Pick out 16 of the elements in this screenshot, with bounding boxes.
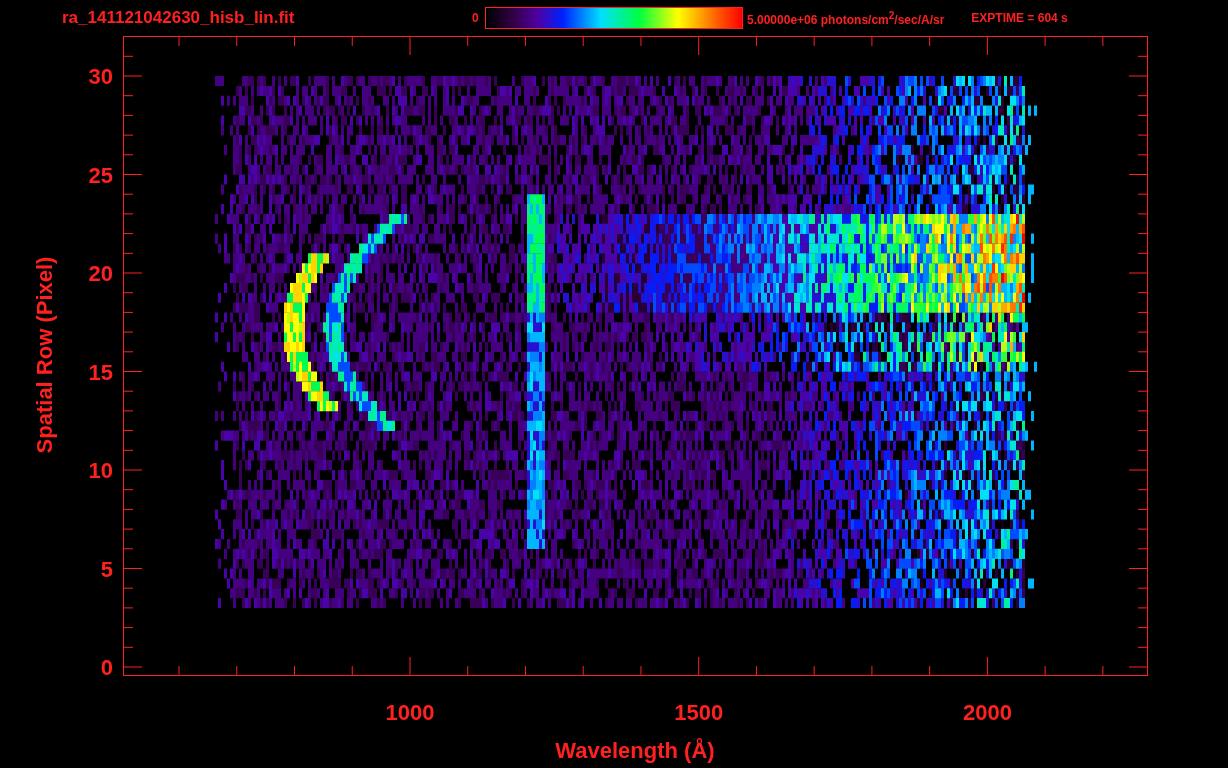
y-tick-label: 10 (88, 458, 113, 483)
colorbar-min-label: 0 (472, 11, 480, 25)
x-tick-label: 1000 (385, 700, 435, 725)
y-tick-label: 25 (88, 162, 113, 188)
y-tick-label: 5 (100, 556, 113, 582)
x-axis-title: Wavelength (Å) (555, 738, 715, 763)
colorbar-max-label: 5.00000e+06 photons/cm$^{2}$/sec/A/sr (747, 9, 945, 27)
exposure-time: EXPTIME = 604 s (971, 11, 1068, 25)
y-tick-label: 15 (88, 359, 113, 385)
y-tick-label: 0 (100, 655, 113, 680)
x-tick-label: 1500 (674, 700, 724, 725)
y-tick-label: 20 (88, 261, 113, 286)
y-tick-label: 30 (88, 64, 113, 89)
x-tick-label: 2000 (962, 700, 1012, 725)
y-axis-title: Spatial Row (Pixel) (32, 256, 57, 454)
file-title: ra_141121042630_hisb_lin.fit (62, 8, 296, 28)
